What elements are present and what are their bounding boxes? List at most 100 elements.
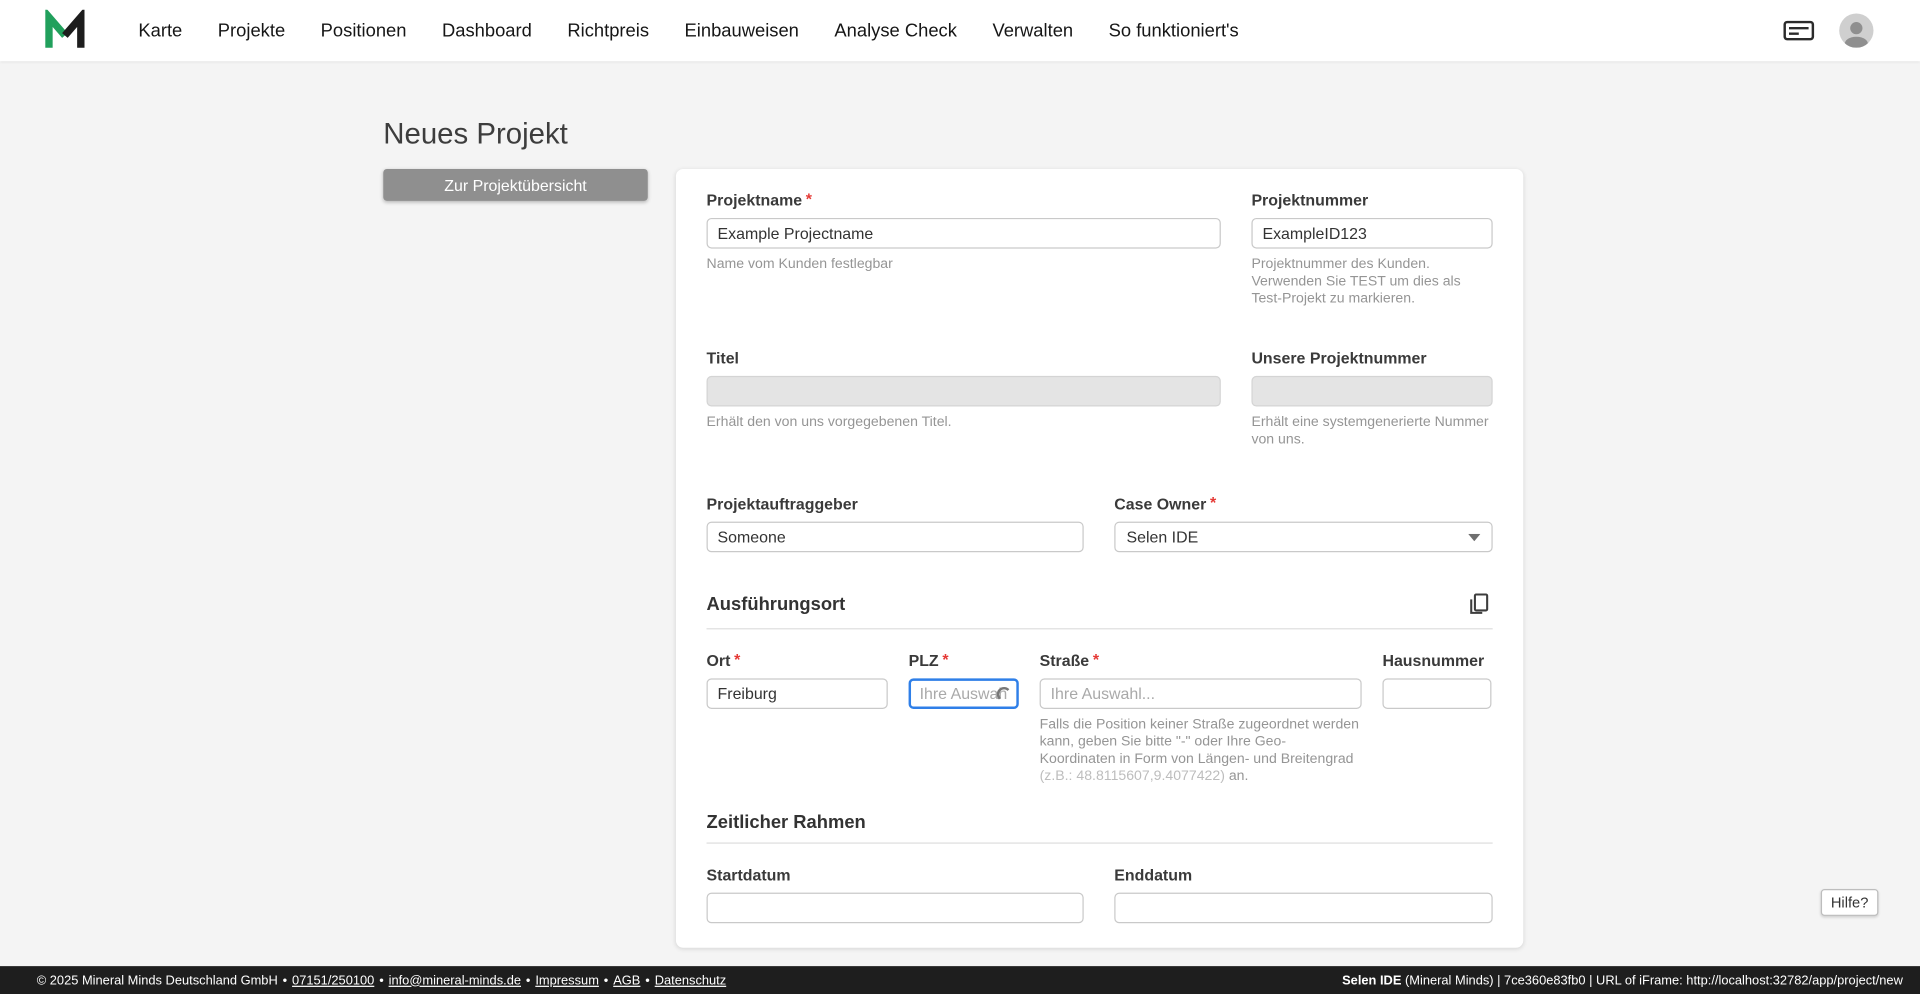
titel-label: Titel <box>706 348 739 368</box>
startdatum-input[interactable] <box>706 892 1084 924</box>
back-to-projects-button[interactable]: Zur Projektübersicht <box>383 168 648 201</box>
projektauftraggeber-label: Projektauftraggeber <box>706 494 858 514</box>
ausfuehrungsort-section-head: Ausführungsort <box>707 589 1493 618</box>
unsere-projektnummer-label: Unsere Projektnummer <box>1251 348 1427 368</box>
case-owner-label-row: Case Owner * <box>1114 493 1492 514</box>
hausnummer-input[interactable] <box>1382 678 1492 709</box>
separator-dot: • <box>525 972 531 988</box>
unsere-projektnummer-label-row: Unsere Projektnummer <box>1251 349 1492 367</box>
field-plz: PLZ * <box>908 644 1019 709</box>
section-divider <box>706 842 1493 844</box>
strasse-label-row: Straße * <box>1039 650 1362 670</box>
nav-item-analyse-check[interactable]: Analyse Check <box>834 20 957 41</box>
field-projektname: Projektname * Name vom Kunden festlegbar <box>706 184 1221 273</box>
form-row-name-number: Projektname * Name vom Kunden festlegbar… <box>706 184 1493 308</box>
case-owner-value: Selen IDE <box>1126 527 1199 547</box>
nav-item-richtpreis[interactable]: Richtpreis <box>567 20 649 41</box>
footer-links: © 2025 Mineral Minds Deutschland GmbH • 07… <box>37 973 726 988</box>
field-case-owner: Case Owner * Selen IDE <box>1114 487 1493 553</box>
titel-input <box>706 375 1221 407</box>
user-avatar[interactable] <box>1839 13 1874 48</box>
unsere-projektnummer-helper: Erhält eine systemgenerierte Nummer von … <box>1251 415 1489 447</box>
required-asterisk: * <box>805 189 812 209</box>
required-asterisk: * <box>942 650 949 669</box>
field-strasse: Straße * Falls die Position keiner Straß… <box>1039 644 1362 785</box>
footer-phone-link[interactable]: 07151/250100 <box>292 973 374 988</box>
unsere-projektnummer-input <box>1251 375 1493 407</box>
projektname-input[interactable] <box>706 217 1221 249</box>
projektauftraggeber-label-row: Projektauftraggeber <box>707 495 1084 513</box>
zeitlicher-rahmen-section-head: Zeitlicher Rahmen <box>707 812 1493 833</box>
ort-input[interactable] <box>706 678 888 709</box>
plz-input-wrap <box>908 678 1019 709</box>
nav-item-projekte[interactable]: Projekte <box>218 20 285 41</box>
main-nav: Karte Projekte Positionen Dashboard Rich… <box>138 20 1238 41</box>
zeitlicher-rahmen-heading: Zeitlicher Rahmen <box>706 811 866 833</box>
titel-helper: Erhält den von uns vorgegebenen Titel. <box>706 415 952 430</box>
footer-session-info: Selen IDE (Mineral Minds) | 7ce360e83fb0… <box>1342 973 1903 988</box>
page-title: Neues Projekt <box>383 117 568 151</box>
field-enddatum: Enddatum <box>1114 858 1493 924</box>
footer-agb-link[interactable]: AGB <box>613 973 640 988</box>
nav-item-positionen[interactable]: Positionen <box>321 20 407 41</box>
nav-item-karte[interactable]: Karte <box>138 20 182 41</box>
ort-label-row: Ort * <box>707 650 888 670</box>
footer-email-link[interactable]: info@mineral-minds.de <box>389 973 521 988</box>
required-asterisk: * <box>734 650 741 669</box>
startdatum-label-row: Startdatum <box>707 866 1084 884</box>
field-hausnummer: Hausnummer <box>1382 644 1492 709</box>
footer-datenschutz-link[interactable]: Datenschutz <box>655 973 726 988</box>
separator-dot: • <box>645 972 650 988</box>
projektname-label: Projektname <box>706 191 803 210</box>
form-row-titel: Titel Erhält den von uns vorgegebenen Ti… <box>706 342 1493 449</box>
copy-address-button[interactable] <box>1463 589 1492 618</box>
hausnummer-label-row: Hausnummer <box>1382 651 1491 669</box>
footer-session-rest: (Mineral Minds) | 7ce360e83fb0 | URL of … <box>1401 972 1903 988</box>
required-asterisk: * <box>1092 650 1100 669</box>
project-form-card: Projektname * Name vom Kunden festlegbar… <box>675 168 1524 948</box>
form-row-address: Ort * PLZ * <box>706 644 1493 785</box>
form-row-auftraggeber-owner: Projektauftraggeber Case Owner * Selen I… <box>706 487 1493 553</box>
projektnummer-input[interactable] <box>1251 217 1493 249</box>
strasse-helper: Falls die Position keiner Straße zugeord… <box>1039 717 1359 784</box>
footer-impressum-link[interactable]: Impressum <box>535 973 599 988</box>
hausnummer-label: Hausnummer <box>1382 651 1485 670</box>
startdatum-label: Startdatum <box>706 865 791 885</box>
separator-dot: • <box>282 972 288 988</box>
required-asterisk: * <box>1209 493 1217 512</box>
plz-label: PLZ <box>908 651 939 670</box>
separator-dot: • <box>603 972 609 988</box>
section-divider <box>706 628 1493 630</box>
chevron-down-icon <box>1468 533 1481 541</box>
field-projektnummer: Projektnummer Projektnummer des Kunden. … <box>1251 184 1493 308</box>
field-titel: Titel Erhält den von uns vorgegebenen Ti… <box>706 342 1221 431</box>
form-row-dates: Startdatum Enddatum <box>706 858 1493 924</box>
page-layout: Zur Projektübersicht Projektname * Name … <box>383 168 1920 966</box>
enddatum-label: Enddatum <box>1114 865 1193 885</box>
navbar-right <box>1783 13 1874 48</box>
mineral-minds-logo-icon[interactable] <box>44 7 86 52</box>
card-reader-icon[interactable] <box>1783 18 1815 42</box>
content-copy-icon <box>1470 593 1489 614</box>
nav-item-so-funktionierts[interactable]: So funktioniert's <box>1109 20 1239 41</box>
plz-label-row: PLZ * <box>908 650 1019 670</box>
strasse-input[interactable] <box>1039 678 1362 709</box>
projektauftraggeber-input[interactable] <box>706 521 1084 553</box>
strasse-label: Straße <box>1039 651 1090 670</box>
projektnummer-label: Projektnummer <box>1251 191 1369 210</box>
projektnummer-label-row: Projektnummer <box>1251 191 1492 209</box>
help-button[interactable]: Hilfe? <box>1820 888 1879 916</box>
nav-item-verwalten[interactable]: Verwalten <box>992 20 1073 41</box>
navbar: Karte Projekte Positionen Dashboard Rich… <box>0 0 1920 62</box>
enddatum-input[interactable] <box>1114 892 1493 924</box>
nav-item-einbauweisen[interactable]: Einbauweisen <box>685 20 799 41</box>
footer-session-user: Selen IDE <box>1342 972 1402 988</box>
nav-item-dashboard[interactable]: Dashboard <box>442 20 532 41</box>
case-owner-label: Case Owner <box>1114 494 1207 514</box>
enddatum-label-row: Enddatum <box>1114 866 1492 884</box>
field-startdatum: Startdatum <box>706 858 1084 924</box>
field-unsere-projektnummer: Unsere Projektnummer Erhält eine systemg… <box>1251 342 1493 449</box>
case-owner-select[interactable]: Selen IDE <box>1114 521 1493 553</box>
form-column: Projektname * Name vom Kunden festlegbar… <box>675 168 1524 966</box>
projektnummer-helper: Projektnummer des Kunden. Verwenden Sie … <box>1251 257 1461 307</box>
